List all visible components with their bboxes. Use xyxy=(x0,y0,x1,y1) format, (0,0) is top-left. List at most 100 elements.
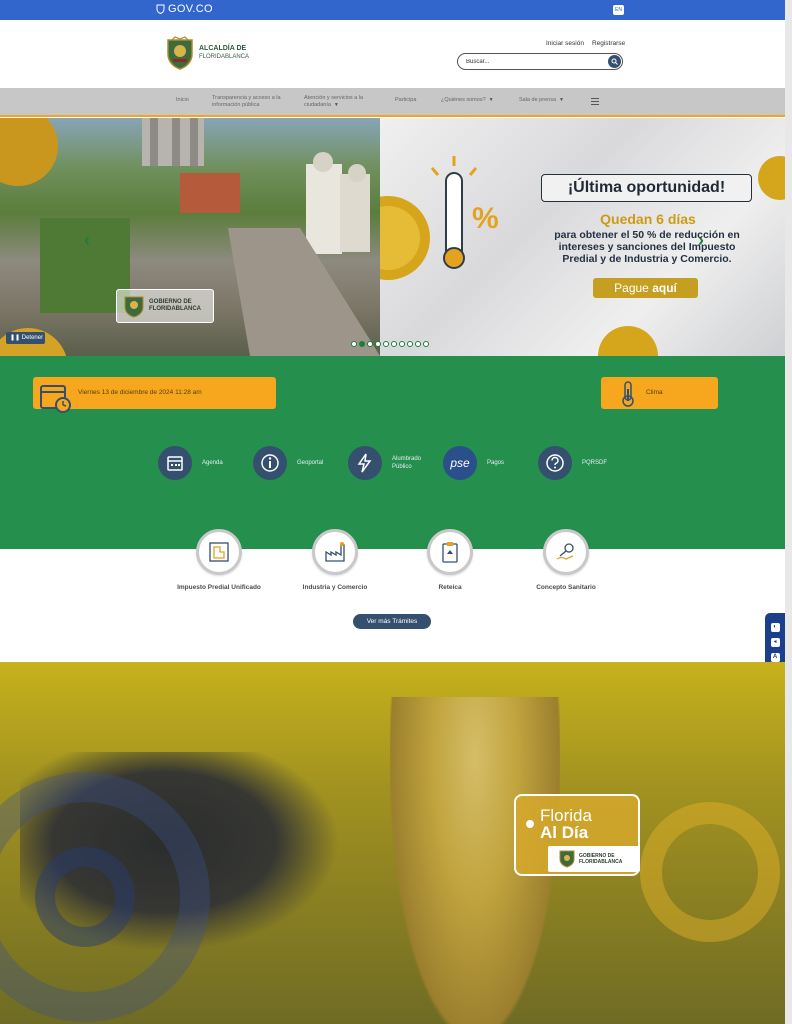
contrast-icon[interactable]: ◐ xyxy=(770,623,780,632)
gobierno-text: GOBIERNO DE FLORIDABLANCA xyxy=(579,853,622,865)
govco-bar: GOV.CO EN xyxy=(0,0,785,20)
search-button[interactable] xyxy=(608,55,621,68)
quick-link-geoportal[interactable]: Geoportal xyxy=(253,446,323,480)
nav-item-label: Transparencia y acceso a la información … xyxy=(212,95,281,108)
lightning-icon xyxy=(348,446,382,480)
site-header: ALCALDÍA DE FLORIDABLANCA Iniciar sesión… xyxy=(0,20,785,88)
current-date: Viernes 13 de diciembre de 2024 11:28 am xyxy=(78,389,202,396)
crest-icon xyxy=(167,36,193,70)
quick-link-alumbrado[interactable]: Alumbrado Público xyxy=(348,446,432,480)
promo-cta-prefix: Pague xyxy=(614,281,649,295)
auth-links: Iniciar sesión Registrarse xyxy=(546,40,625,47)
quick-link-pqrsdf[interactable]: PQRSDF xyxy=(538,446,607,480)
clima-box[interactable]: Clima xyxy=(601,377,718,409)
language-button[interactable]: EN xyxy=(613,5,624,15)
tramite-reteica[interactable]: Reteica xyxy=(402,529,498,592)
carousel-dot[interactable] xyxy=(423,341,429,347)
carousel-dot[interactable] xyxy=(367,341,373,347)
tramite-label: Reteica xyxy=(438,584,462,591)
gobierno-logo: GOBIERNO DE FLORIDABLANCA xyxy=(548,846,640,872)
chevron-down-icon: ▼ xyxy=(333,102,339,108)
register-link[interactable]: Registrarse xyxy=(592,40,625,47)
quick-link-pagos[interactable]: pse Pagos xyxy=(443,446,504,480)
nav-item-label: Sala de prensa xyxy=(519,97,556,103)
pause-icon: ❚❚ xyxy=(10,335,21,341)
promo-cta-button[interactable]: Pague aquí xyxy=(593,278,698,298)
nav-item-atencion[interactable]: Atención y servicios a la ciudadanía ▼ xyxy=(304,95,382,109)
carousel-dot[interactable] xyxy=(351,341,357,347)
font-decrease-icon[interactable]: A xyxy=(770,653,780,662)
clima-label: Clima xyxy=(646,389,663,396)
decorative-ring xyxy=(35,847,135,947)
tramite-concepto-sanitario[interactable]: Concepto Sanitario xyxy=(518,529,614,592)
carousel-dot[interactable] xyxy=(375,341,381,347)
font-reset-icon[interactable]: ◂ xyxy=(770,638,780,647)
decorative-ring xyxy=(640,802,780,942)
carousel-dot[interactable] xyxy=(407,341,413,347)
quick-link-label: Alumbrado Público xyxy=(392,456,422,470)
alcaldia-logo[interactable]: ALCALDÍA DE FLORIDABLANCA xyxy=(164,36,249,70)
blueprint-icon xyxy=(196,529,242,575)
logo-text: ALCALDÍA DE FLORIDABLANCA xyxy=(199,45,249,61)
carousel-dot[interactable] xyxy=(383,341,389,347)
quick-link-label: PQRSDF xyxy=(582,460,608,466)
quick-link-label: Pagos xyxy=(487,460,505,466)
quick-link-agenda[interactable]: Agenda xyxy=(158,446,223,480)
nav-item-label: ¿Quiénes somos? xyxy=(441,97,486,103)
promo-cta-bold: aquí xyxy=(652,281,677,295)
calendar-clock-icon xyxy=(40,385,71,413)
main-nav: Inicio Transparencia y acceso a la infor… xyxy=(0,88,785,117)
dot-decoration xyxy=(526,820,534,828)
promo-body: para obtener el 50 % de reducción en int… xyxy=(554,229,740,265)
carousel-dot[interactable] xyxy=(359,341,365,347)
tramite-industria[interactable]: Industria y Comercio xyxy=(287,529,383,592)
page-scrollbar[interactable] xyxy=(785,0,792,1024)
ver-mas-tramites-button[interactable]: Ver más Trámites xyxy=(353,614,431,629)
thermometer-icon xyxy=(622,381,634,407)
stop-label: Detener xyxy=(21,335,44,341)
carousel-dot[interactable] xyxy=(415,341,421,347)
info-icon xyxy=(253,446,287,480)
factory-icon xyxy=(312,529,358,575)
nav-item-inicio[interactable]: Inicio xyxy=(176,97,189,104)
tramite-predial[interactable]: Impuesto Predial Unificado xyxy=(171,529,267,592)
tramite-label: Industria y Comercio xyxy=(302,584,368,591)
pse-icon: pse xyxy=(443,446,477,480)
pse-text: pse xyxy=(450,456,470,470)
logo-line1: ALCALDÍA DE xyxy=(199,45,247,52)
promo-title: ¡Última oportunidad! xyxy=(541,174,752,202)
crest-icon xyxy=(124,296,144,318)
carousel-dot[interactable] xyxy=(399,341,405,347)
carousel-stop-button[interactable]: ❚❚ Detener xyxy=(6,332,45,344)
question-icon xyxy=(538,446,572,480)
gob-line2: FLORIDABLANCA xyxy=(579,859,623,865)
logo-line2: FLORIDABLANCA xyxy=(199,54,250,60)
nav-item-label: Inicio xyxy=(176,97,189,103)
florida-al-dia-banner[interactable] xyxy=(0,662,785,1024)
calendar-icon xyxy=(158,446,192,480)
chevron-down-icon: ▼ xyxy=(559,97,564,103)
nav-item-transparencia[interactable]: Transparencia y acceso a la información … xyxy=(212,95,290,109)
quick-link-label: Geoportal xyxy=(297,460,324,466)
date-box: Viernes 13 de diciembre de 2024 11:28 am xyxy=(33,377,276,413)
search-input[interactable] xyxy=(466,57,606,67)
chevron-down-icon: ▼ xyxy=(488,97,494,103)
clipboard-icon xyxy=(427,529,473,575)
menu-icon[interactable] xyxy=(591,98,599,107)
nav-item-quienes-somos[interactable]: ¿Quiénes somos? ▼ xyxy=(441,97,494,104)
svg-text:%: % xyxy=(472,202,499,235)
promo-subtitle: Quedan 6 días xyxy=(600,211,696,227)
login-link[interactable]: Iniciar sesión xyxy=(546,40,584,47)
nav-item-label: Participa xyxy=(395,97,417,103)
nav-item-participa[interactable]: Participa xyxy=(395,97,416,104)
badge-text: GOBIERNO DE FLORIDABLANCA xyxy=(149,299,201,313)
florida-al-dia-logo: Florida Al Día GOBIERNO DE FLORIDABLANCA xyxy=(514,794,640,876)
nav-item-sala-prensa[interactable]: Sala de prensa ▼ xyxy=(519,97,564,104)
carousel-dot[interactable] xyxy=(391,341,397,347)
search-box xyxy=(457,53,623,70)
carousel-prev-arrow[interactable]: ‹ xyxy=(84,230,90,251)
govco-logo[interactable]: GOV.CO xyxy=(156,3,213,15)
badge-line2: FLORIDABLANCA xyxy=(149,306,201,312)
govco-shield-icon xyxy=(156,4,165,14)
gobierno-badge: GOBIERNO DE FLORIDABLANCA xyxy=(116,289,214,323)
